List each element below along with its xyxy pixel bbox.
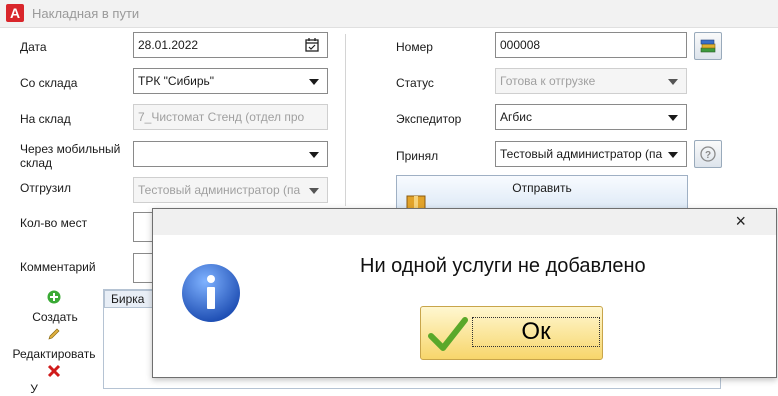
column-divider [345,34,346,206]
add-icon[interactable] [47,290,61,304]
title-bar: A Накладная в пути [0,0,778,28]
shipped-by-select: Тестовый администратор (па [133,177,328,203]
dialog-message: Ни одной услуги не добавлено [360,255,646,277]
date-label: Дата [20,40,47,54]
to-warehouse-value: 7_Чистомат Стенд (отдел про [138,110,305,124]
from-warehouse-label: Со склада [20,76,78,90]
svg-text:?: ? [705,150,711,161]
ok-button-label: Ок [472,317,600,347]
number-value: 000008 [500,38,541,52]
status-label: Статус [396,76,434,90]
pencil-icon[interactable] [47,327,61,341]
chevron-down-icon[interactable] [668,152,678,158]
to-warehouse-label: На склад [20,112,71,126]
calendar-icon[interactable] [305,38,319,52]
help-button[interactable]: ? [694,140,722,168]
accepted-by-value: Тестовый администратор (па [500,147,663,161]
date-field[interactable]: 28.01.2022 [133,32,328,58]
chevron-down-icon[interactable] [309,79,319,85]
delete-button[interactable]: У [27,382,41,396]
checkmark-icon [428,317,468,351]
number-label: Номер [396,40,433,54]
status-value: Готова к отгрузке [500,74,596,88]
from-warehouse-value: ТРК "Сибирь" [138,74,215,88]
status-select: Готова к отгрузке [495,68,687,94]
window-title: Накладная в пути [32,6,140,21]
ok-button[interactable]: Ок [420,306,603,360]
dialog-titlebar: × [153,209,776,235]
chevron-down-icon [668,79,678,85]
delete-icon[interactable] [47,364,61,378]
places-label: Кол-во мест [20,216,88,230]
via-mobile-label: Через мобильный склад [20,142,120,170]
message-dialog: × Ни одной услуги не добавлено Ок [152,208,777,378]
info-icon [182,264,240,322]
accepted-by-label: Принял [396,149,439,163]
books-icon [700,39,716,53]
books-button[interactable] [694,32,722,60]
shipped-by-value: Тестовый администратор (па [138,183,301,197]
send-button-label: Отправить [512,181,572,195]
forwarder-select[interactable]: Агбис [495,104,687,130]
via-mobile-label-line1: Через мобильный [20,142,121,156]
chevron-down-icon [309,188,319,194]
via-mobile-label-line2: склад [20,156,53,170]
chevron-down-icon[interactable] [668,115,678,121]
app-logo-icon: A [6,4,24,22]
edit-button[interactable]: Редактировать [6,347,102,361]
forwarder-label: Экспедитор [396,112,462,126]
accepted-by-select[interactable]: Тестовый администратор (па [495,141,687,167]
from-warehouse-select[interactable]: ТРК "Сибирь" [133,68,328,94]
close-icon[interactable]: × [735,211,746,232]
to-warehouse-field: 7_Чистомат Стенд (отдел про [133,104,328,130]
chevron-down-icon[interactable] [309,152,319,158]
help-icon: ? [700,146,716,162]
via-mobile-select[interactable] [133,141,328,167]
date-value: 28.01.2022 [138,38,199,52]
shipped-by-label: Отгрузил [20,181,71,195]
forwarder-value: Агбис [500,110,532,124]
comment-label: Комментарий [20,260,96,274]
send-button[interactable]: Отправить [396,175,688,211]
create-button[interactable]: Создать [20,310,90,324]
number-input[interactable]: 000008 [495,32,687,58]
